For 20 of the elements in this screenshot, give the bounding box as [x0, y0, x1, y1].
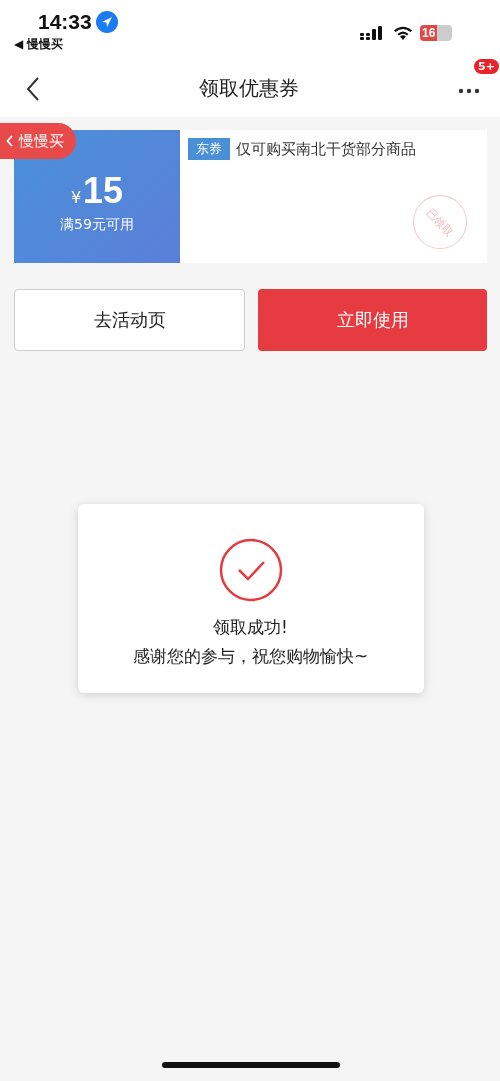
currency-symbol: ¥: [70, 187, 82, 207]
page-title: 领取优惠券: [199, 75, 299, 102]
more-icon[interactable]: [458, 88, 480, 94]
coupon-amount: 15: [83, 169, 124, 212]
use-now-button[interactable]: 立即使用: [258, 289, 487, 351]
activity-page-button[interactable]: 去活动页: [14, 289, 245, 351]
wifi-icon: [393, 25, 413, 41]
success-title: 领取成功!: [213, 616, 288, 639]
success-message: 感谢您的参与，祝您购物愉快~: [132, 645, 369, 668]
notification-badge: 5+: [474, 59, 499, 74]
chevron-left-icon: [6, 135, 14, 147]
coupon-tag: 东券: [188, 138, 230, 160]
status-time: 14:33: [38, 10, 92, 34]
check-circle-icon: [218, 538, 283, 602]
back-to-app-link[interactable]: ◀ 慢慢买: [14, 36, 118, 53]
battery-icon: 16: [420, 25, 452, 41]
back-icon[interactable]: [26, 75, 40, 102]
coupon-description: 仅可购买南北干货部分商品: [236, 139, 416, 159]
coupon-condition: 满59元可用: [60, 215, 134, 234]
return-app-button[interactable]: 慢慢买: [0, 123, 76, 159]
